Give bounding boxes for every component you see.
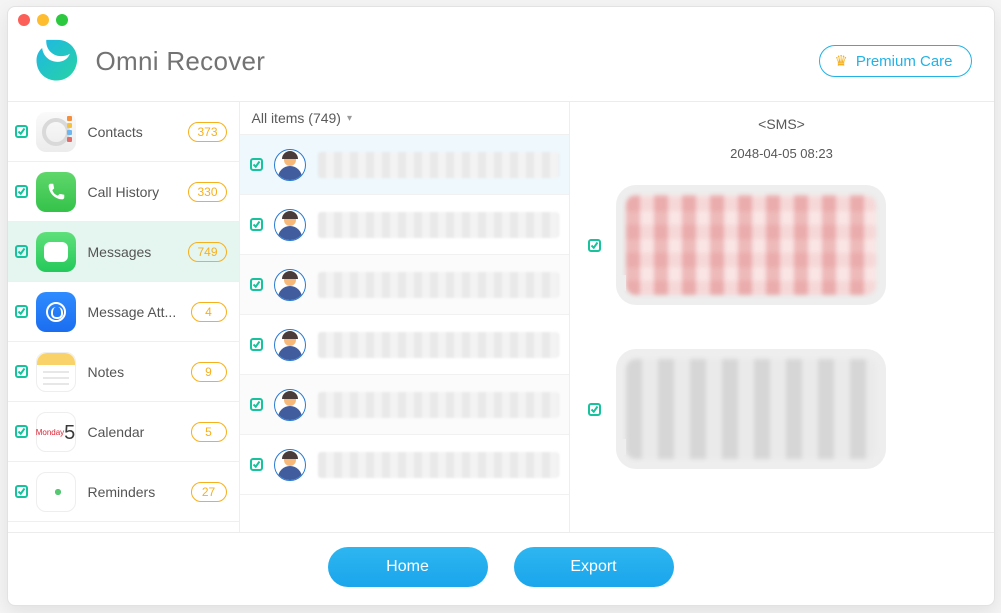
- thread-row[interactable]: [240, 255, 569, 315]
- sidebar-item-label: Messages: [88, 244, 189, 260]
- sidebar-item-count: 9: [191, 362, 227, 382]
- thread-list: [240, 135, 569, 532]
- zoom-window-button[interactable]: [56, 14, 68, 26]
- sidebar: Contacts 373 Call History 330 Messages 7…: [8, 102, 240, 532]
- checkbox[interactable]: [8, 425, 36, 438]
- sidebar-item-label: Reminders: [88, 484, 191, 500]
- checkbox[interactable]: [8, 365, 36, 378]
- titlebar: [8, 7, 994, 27]
- avatar-icon: [274, 389, 306, 421]
- avatar-icon: [274, 269, 306, 301]
- calendar-day: 5: [64, 423, 75, 443]
- reminders-icon: [36, 472, 76, 512]
- chevron-down-icon: ▾: [347, 113, 352, 124]
- filter-label: All items (749): [252, 110, 341, 126]
- calendar-icon: Monday 5: [36, 412, 76, 452]
- sidebar-item-count: 330: [188, 182, 226, 202]
- sidebar-item-label: Contacts: [88, 124, 189, 140]
- sidebar-item-count: 373: [188, 122, 226, 142]
- sidebar-item-reminders[interactable]: Reminders 27: [8, 462, 239, 522]
- home-button[interactable]: Home: [328, 547, 488, 587]
- messages-icon: [36, 232, 76, 272]
- checkbox[interactable]: [584, 239, 606, 252]
- avatar-icon: [274, 449, 306, 481]
- conversation-bubbles: [570, 167, 994, 532]
- filter-dropdown[interactable]: All items (749) ▾: [240, 102, 569, 135]
- thread-row[interactable]: [240, 375, 569, 435]
- checkbox[interactable]: [240, 398, 274, 411]
- checkbox[interactable]: [240, 458, 274, 471]
- conversation-type-label: <SMS>: [570, 116, 994, 132]
- premium-care-button[interactable]: ♛ Premium Care: [819, 45, 971, 77]
- app-title: Omni Recover: [96, 46, 266, 77]
- message-row: [584, 185, 970, 305]
- sidebar-item-contacts[interactable]: Contacts 373: [8, 102, 239, 162]
- checkbox[interactable]: [240, 338, 274, 351]
- sidebar-item-label: Calendar: [88, 424, 191, 440]
- thread-list-pane: All items (749) ▾: [240, 102, 570, 532]
- calendar-dow: Monday: [36, 429, 64, 437]
- thread-row[interactable]: [240, 135, 569, 195]
- sidebar-item-label: Message Att...: [88, 304, 191, 320]
- message-row: [584, 349, 970, 469]
- thread-row[interactable]: [240, 315, 569, 375]
- app-logo-icon: [30, 35, 82, 87]
- checkbox[interactable]: [8, 305, 36, 318]
- message-attachments-icon: [36, 292, 76, 332]
- sidebar-item-message-attachments[interactable]: Message Att... 4: [8, 282, 239, 342]
- redacted-content: [318, 152, 559, 178]
- checkbox[interactable]: [8, 245, 36, 258]
- redacted-content: [318, 392, 559, 418]
- premium-label: Premium Care: [856, 53, 953, 70]
- checkbox[interactable]: [584, 403, 606, 416]
- footer: Home Export: [8, 532, 994, 605]
- notes-icon: [36, 352, 76, 392]
- sidebar-item-count: 4: [191, 302, 227, 322]
- avatar-icon: [274, 329, 306, 361]
- export-button[interactable]: Export: [514, 547, 674, 587]
- sidebar-item-call-history[interactable]: Call History 330: [8, 162, 239, 222]
- conversation-header: <SMS> 2048-04-05 08:23: [570, 102, 994, 167]
- redacted-content: [318, 452, 559, 478]
- message-bubble[interactable]: [616, 185, 886, 305]
- sidebar-item-count: 27: [191, 482, 227, 502]
- checkbox[interactable]: [8, 185, 36, 198]
- app-window: Omni Recover ♛ Premium Care Contacts 373…: [7, 6, 995, 606]
- close-window-button[interactable]: [18, 14, 30, 26]
- window-controls: [18, 14, 68, 26]
- checkbox[interactable]: [8, 125, 36, 138]
- minimize-window-button[interactable]: [37, 14, 49, 26]
- contacts-icon: [36, 112, 76, 152]
- checkbox[interactable]: [240, 158, 274, 171]
- sidebar-item-count: 5: [191, 422, 227, 442]
- crown-icon: ♛: [834, 52, 847, 70]
- redacted-content: [318, 212, 559, 238]
- sidebar-item-calendar[interactable]: Monday 5 Calendar 5: [8, 402, 239, 462]
- brand: Omni Recover: [30, 35, 266, 87]
- sidebar-item-messages[interactable]: Messages 749: [8, 222, 239, 282]
- message-bubble[interactable]: [616, 349, 886, 469]
- conversation-timestamp: 2048-04-05 08:23: [570, 146, 994, 161]
- checkbox[interactable]: [240, 278, 274, 291]
- checkbox[interactable]: [240, 218, 274, 231]
- avatar-icon: [274, 149, 306, 181]
- sidebar-item-count: 749: [188, 242, 226, 262]
- main-body: Contacts 373 Call History 330 Messages 7…: [8, 102, 994, 532]
- checkbox[interactable]: [8, 485, 36, 498]
- call-history-icon: [36, 172, 76, 212]
- thread-row[interactable]: [240, 435, 569, 495]
- redacted-content: [318, 272, 559, 298]
- sidebar-item-label: Notes: [88, 364, 191, 380]
- redacted-content: [318, 332, 559, 358]
- conversation-pane: <SMS> 2048-04-05 08:23: [570, 102, 994, 532]
- sidebar-item-label: Call History: [88, 184, 189, 200]
- header: Omni Recover ♛ Premium Care: [8, 27, 994, 102]
- thread-row[interactable]: [240, 195, 569, 255]
- sidebar-item-notes[interactable]: Notes 9: [8, 342, 239, 402]
- avatar-icon: [274, 209, 306, 241]
